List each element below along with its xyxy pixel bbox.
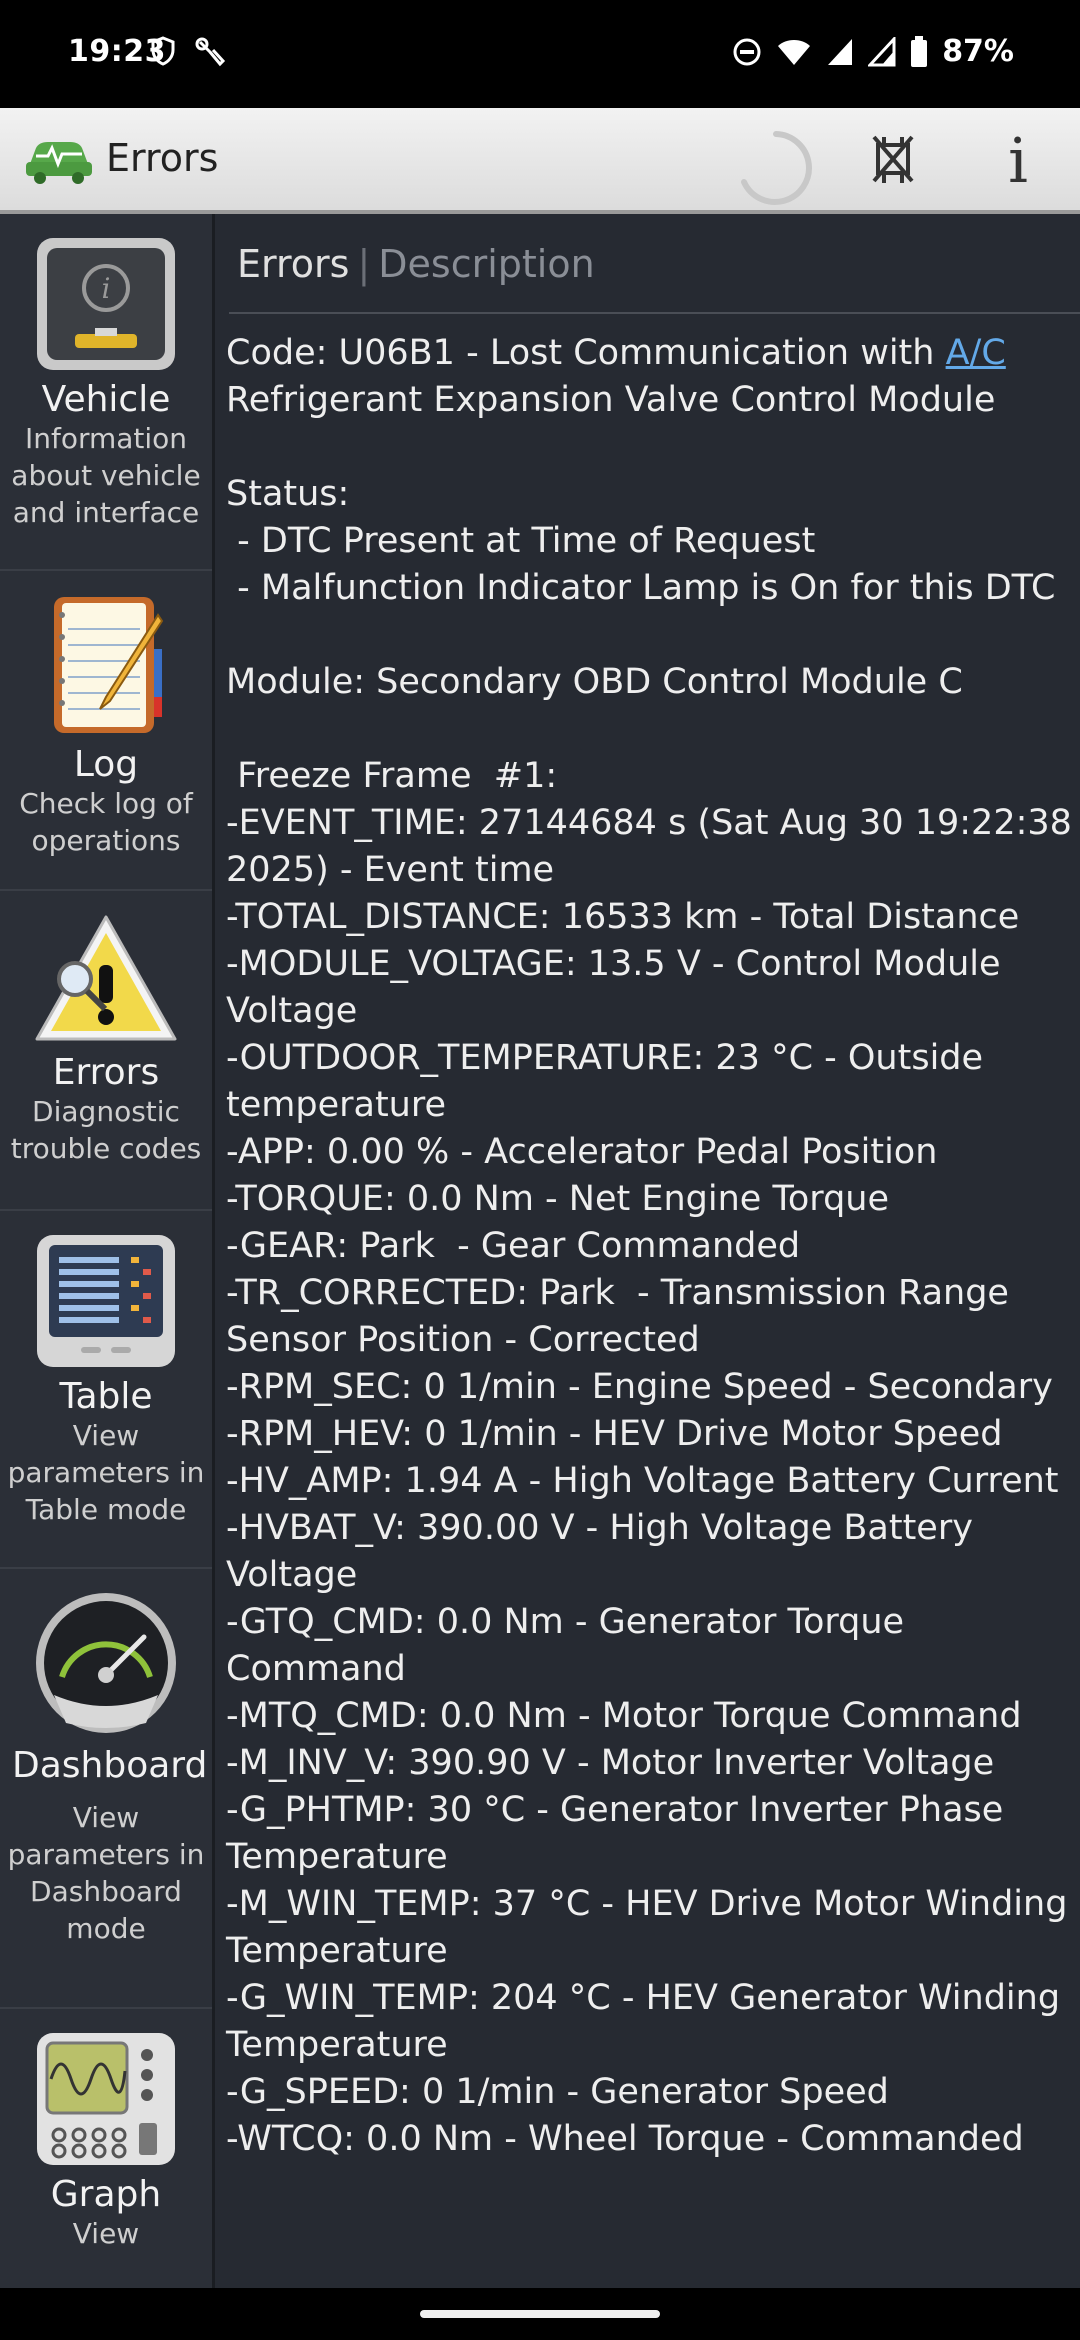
battery-level: 87% [942, 34, 1014, 69]
sidebar-item-title: Errors [52, 1052, 160, 1093]
ac-link[interactable]: A/C [946, 333, 1006, 373]
app-bar: Errors i [0, 108, 1080, 214]
gauge-icon [36, 1593, 176, 1733]
tab-divider [229, 312, 1080, 314]
sidebar-item-desc: View parameters in Dashboard mode [7, 1801, 205, 1945]
loading-spinner [741, 131, 812, 205]
system-icons: 87% [732, 34, 1014, 69]
sidebar-item-title: Table [59, 1376, 153, 1417]
freeze-frame-line: -RPM_SEC: 0 1/min - Engine Speed - Secon… [226, 1367, 1053, 1407]
table-icon [37, 1235, 175, 1367]
notification-icons [150, 36, 226, 68]
info-button[interactable]: i [983, 124, 1053, 197]
module-line: Module: Secondary OBD Control Module C [226, 662, 963, 702]
wrench-icon [195, 37, 226, 67]
error-detail-text: Code: U06B1 - Lost Communication with A/… [226, 330, 1076, 2163]
signal-icon [868, 36, 896, 66]
sidebar-item-desc: Check log of operations [19, 787, 193, 857]
sidebar: i Vehicle Information about vehicle and … [0, 214, 215, 2288]
freeze-frame-line: -HVBAT_V: 390.00 V - High Voltage Batter… [226, 1508, 985, 1595]
tab-separator: | [357, 242, 371, 286]
error-code-text: Code: U06B1 - Lost Communication with [226, 333, 946, 373]
tab-description[interactable]: Description [378, 242, 594, 286]
freeze-frame-line: -GEAR: Park - Gear Commanded [226, 1226, 801, 1266]
freeze-frame-header: Freeze Frame #1: [226, 756, 558, 796]
car-obd-icon [26, 142, 92, 184]
home-gesture-handle[interactable] [420, 2310, 660, 2318]
sidebar-item-errors[interactable]: Errors Diagnostic trouble codes [0, 891, 212, 1211]
freeze-frame-line: -TOTAL_DISTANCE: 16533 km - Total Distan… [226, 897, 1020, 937]
status-line: - Malfunction Indicator Lamp is On for t… [226, 568, 1056, 608]
status-line: - DTC Present at Time of Request [226, 521, 816, 561]
sidebar-item-desc: View parameters in Table mode [7, 1419, 205, 1526]
freeze-frame-line: -APP: 0.00 % - Accelerator Pedal Positio… [226, 1132, 938, 1172]
freeze-frame-line: -M_INV_V: 390.90 V - Motor Inverter Volt… [226, 1743, 995, 1783]
info-icon: i [1008, 123, 1028, 197]
vehicle-info-icon: i [37, 238, 175, 370]
error-details-panel: Errors | Description Code: U06B1 - Lost Co… [215, 214, 1080, 2288]
sidebar-item-title: Vehicle [41, 379, 171, 420]
status-bar: 19:23 87% [0, 0, 1080, 108]
sidebar-item-title: Dashboard [12, 1745, 208, 1786]
sidebar-item-graph[interactable]: Graph View [0, 2009, 212, 2288]
signal-icon [828, 38, 853, 65]
tab-bar: Errors | Description [237, 242, 595, 286]
freeze-frame-line: -G_WIN_TEMP: 204 °C - HEV Generator Wind… [226, 1978, 1072, 2065]
freeze-frame-line: -M_WIN_TEMP: 37 °C - HEV Drive Motor Win… [226, 1884, 1079, 1971]
sidebar-item-title: Graph [50, 2174, 162, 2215]
clear-errors-icon [872, 135, 914, 183]
error-code-line: Code: U06B1 - Lost Communication with A/… [226, 330, 1076, 377]
page-title: Errors [106, 136, 219, 180]
freeze-frame-line: -WTCQ: 0.0 Nm - Wheel Torque - Commanded [226, 2119, 1024, 2159]
freeze-frame-line: -GTQ_CMD: 0.0 Nm - Generator Torque Comm… [226, 1602, 916, 1689]
sidebar-item-desc: Diagnostic trouble codes [10, 1095, 202, 1165]
sidebar-item-vehicle[interactable]: i Vehicle Information about vehicle and … [0, 214, 212, 571]
status-header: Status: [226, 474, 350, 514]
notepad-icon [54, 597, 164, 733]
freeze-frame-line: -MODULE_VOLTAGE: 13.5 V - Control Module… [226, 944, 1012, 1031]
battery-icon [911, 35, 928, 67]
shield-icon [151, 36, 175, 66]
freeze-frame-line: -TR_CORRECTED: Park - Transmission Range… [226, 1273, 1021, 1360]
sidebar-item-title: Log [73, 744, 139, 785]
freeze-frame-line: -EVENT_TIME: 27144684 s (Sat Aug 30 19:2… [226, 803, 1072, 890]
sidebar-item-desc: View [72, 2217, 140, 2250]
freeze-frame-line: -TORQUE: 0.0 Nm - Net Engine Torque [226, 1179, 890, 1219]
freeze-frame-line: -G_PHTMP: 30 °C - Generator Inverter Pha… [226, 1790, 1015, 1877]
oscilloscope-icon [37, 2033, 175, 2165]
freeze-frame-line: -RPM_HEV: 0 1/min - HEV Drive Motor Spee… [226, 1414, 1003, 1454]
freeze-frame-line: -HV_AMP: 1.94 A - High Voltage Battery C… [226, 1461, 1059, 1501]
sidebar-item-table[interactable]: Table View parameters in Table mode [0, 1211, 212, 1569]
wifi-icon [778, 39, 811, 65]
warning-icon [35, 915, 177, 1041]
system-nav-bar [0, 2288, 1080, 2340]
freeze-frame-line: -G_SPEED: 0 1/min - Generator Speed [226, 2072, 889, 2112]
freeze-frame-list: -EVENT_TIME: 27144684 s (Sat Aug 30 19:2… [226, 800, 1076, 2163]
svg-text:i: i [102, 272, 111, 305]
freeze-frame-line: -MTQ_CMD: 0.0 Nm - Motor Torque Command [226, 1696, 1022, 1736]
sidebar-item-dashboard[interactable]: Dashboard View parameters in Dashboard m… [0, 1569, 212, 2009]
freeze-frame-line: -OUTDOOR_TEMPERATURE: 23 °C - Outside te… [226, 1038, 995, 1125]
tab-errors[interactable]: Errors [237, 242, 349, 286]
clear-errors-button[interactable] [858, 128, 928, 192]
error-code-desc: Refrigerant Expansion Valve Control Modu… [226, 380, 996, 420]
sidebar-item-log[interactable]: Log Check log of operations [0, 571, 212, 891]
sidebar-item-desc: Information about vehicle and interface [11, 422, 201, 529]
dnd-icon [733, 38, 761, 65]
